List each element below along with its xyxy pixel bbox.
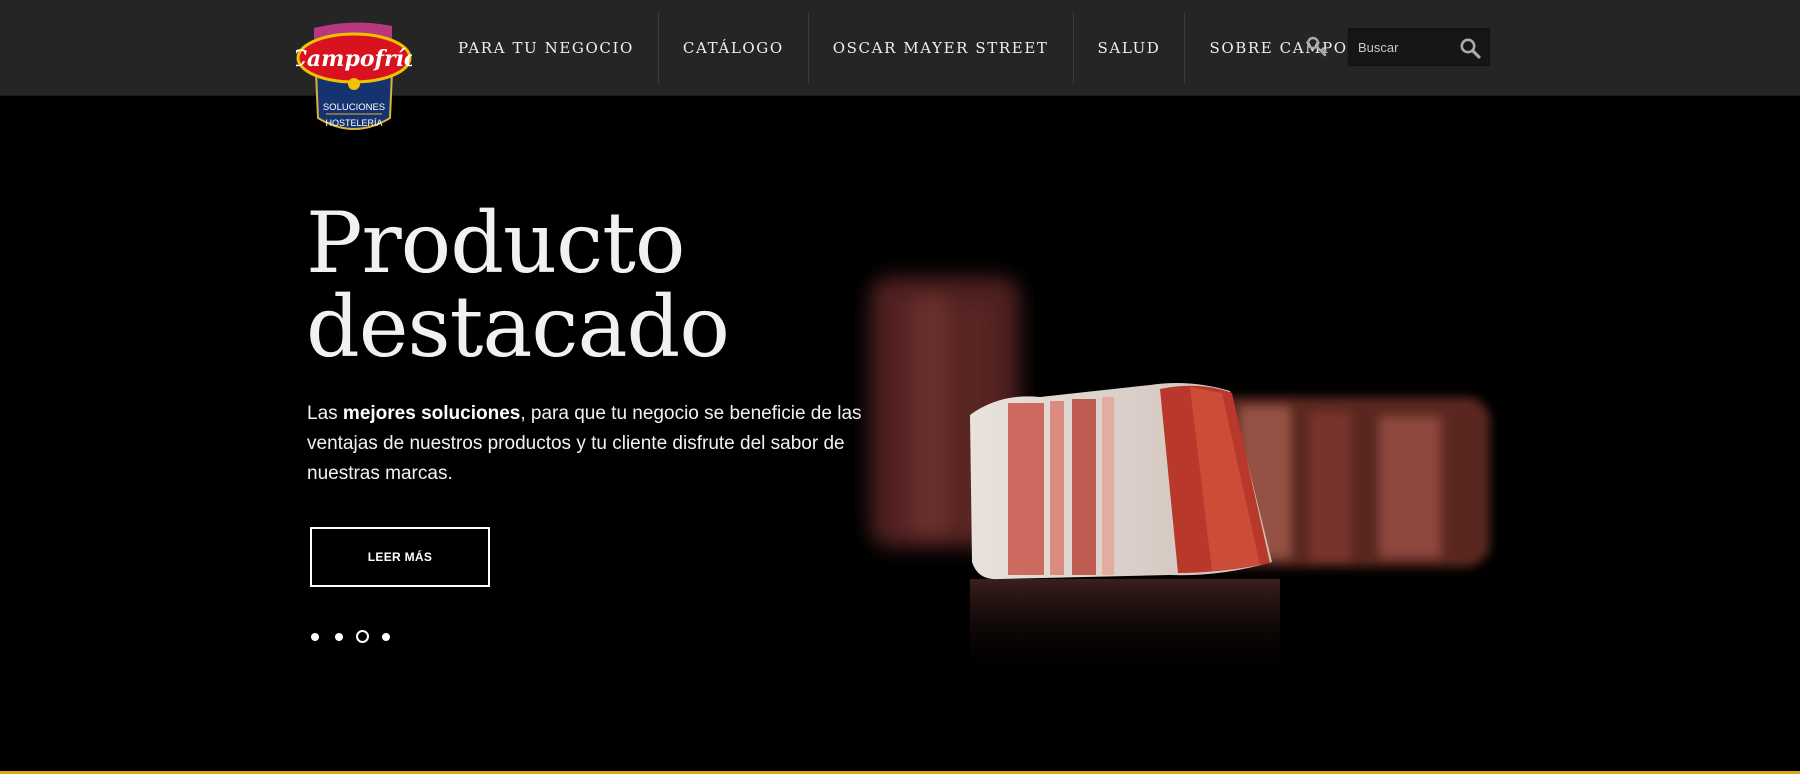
search-input[interactable] [1349, 39, 1449, 55]
search-box [1348, 28, 1490, 66]
search-icon[interactable] [1459, 37, 1481, 59]
nav-item-oscar-mayer-street[interactable]: OSCAR MAYER STREET [809, 12, 1074, 84]
site-header: Campofrío SOLUCIONES HOSTELERÍA PARA TU … [0, 0, 1800, 130]
campofrio-logo[interactable]: Campofrío SOLUCIONES HOSTELERÍA [289, 20, 419, 138]
carousel-dot-4[interactable] [382, 632, 390, 641]
hero-slider: Producto destacado Las mejores solucione… [0, 97, 1800, 771]
svg-text:HOSTELERÍA: HOSTELERÍA [325, 118, 382, 128]
leer-mas-button[interactable]: LEER MÁS [310, 527, 490, 587]
carousel-dot-2[interactable] [335, 632, 343, 641]
hero-title: Producto destacado [306, 201, 906, 369]
hero-text-bold: mejores soluciones [342, 403, 521, 424]
hero-description: Las mejores soluciones, para que tu nego… [307, 399, 867, 489]
svg-text:SOLUCIONES: SOLUCIONES [323, 102, 385, 113]
hero-title-line2: destacado [306, 278, 730, 376]
nav-item-salud[interactable]: SALUD [1074, 12, 1186, 84]
campofrio-logo-icon: Campofrío SOLUCIONES HOSTELERÍA [289, 22, 419, 130]
svg-text:Campofrío: Campofrío [296, 46, 412, 72]
nav-item-para-tu-negocio[interactable]: PARA TU NEGOCIO [434, 12, 659, 84]
ham-slices-image [870, 277, 1490, 679]
main-nav: PARA TU NEGOCIO CATÁLOGO OSCAR MAYER STR… [434, 12, 1418, 84]
carousel-dots [311, 630, 406, 643]
hero-text-prefix: Las [307, 403, 343, 424]
carousel-dot-3[interactable] [356, 630, 369, 643]
carousel-dot-1[interactable] [311, 632, 319, 641]
nav-item-catalogo[interactable]: CATÁLOGO [659, 12, 809, 84]
key-icon[interactable] [1306, 36, 1328, 58]
